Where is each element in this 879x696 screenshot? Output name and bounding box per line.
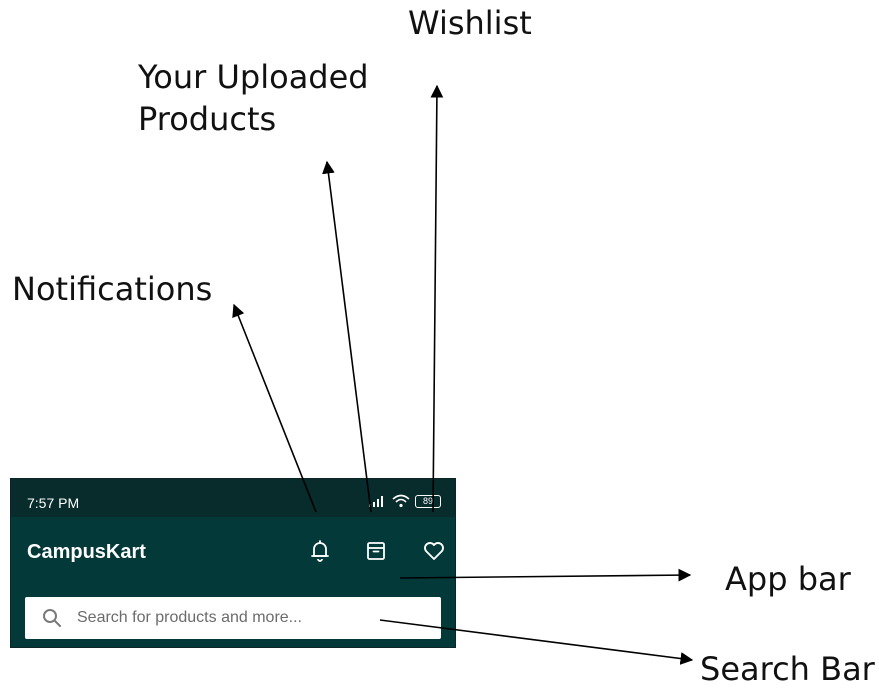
phone-screen: 7:57 PM 89 CampusKart [10, 478, 456, 648]
search-icon [43, 609, 61, 627]
signal-icon [369, 496, 383, 507]
app-title: CampusKart [27, 541, 146, 563]
annotation-app-bar: App bar [725, 560, 851, 598]
status-icons: 89 [369, 493, 441, 509]
annotation-search-bar: Search Bar [700, 650, 875, 688]
wifi-icon [392, 494, 410, 508]
heart-icon[interactable] [421, 537, 447, 565]
arrow-wishlist [430, 84, 444, 513]
status-bar: 7:57 PM 89 [11, 479, 455, 517]
search-bar [25, 597, 441, 639]
annotation-notifications: Notifications [12, 270, 213, 308]
annotation-uploaded-products: Your Uploaded Products [138, 56, 369, 140]
bell-icon[interactable] [307, 537, 333, 565]
battery-level: 89 [422, 496, 433, 506]
annotation-wishlist: Wishlist [408, 4, 532, 42]
search-input[interactable] [77, 609, 407, 627]
battery-icon: 89 [415, 494, 441, 508]
arrow-uploaded-products [322, 160, 372, 513]
status-time: 7:57 PM [27, 495, 80, 511]
archive-icon[interactable] [363, 537, 389, 565]
annotation-uploaded-line2: Products [138, 100, 277, 138]
annotation-uploaded-line1: Your Uploaded [138, 58, 369, 96]
